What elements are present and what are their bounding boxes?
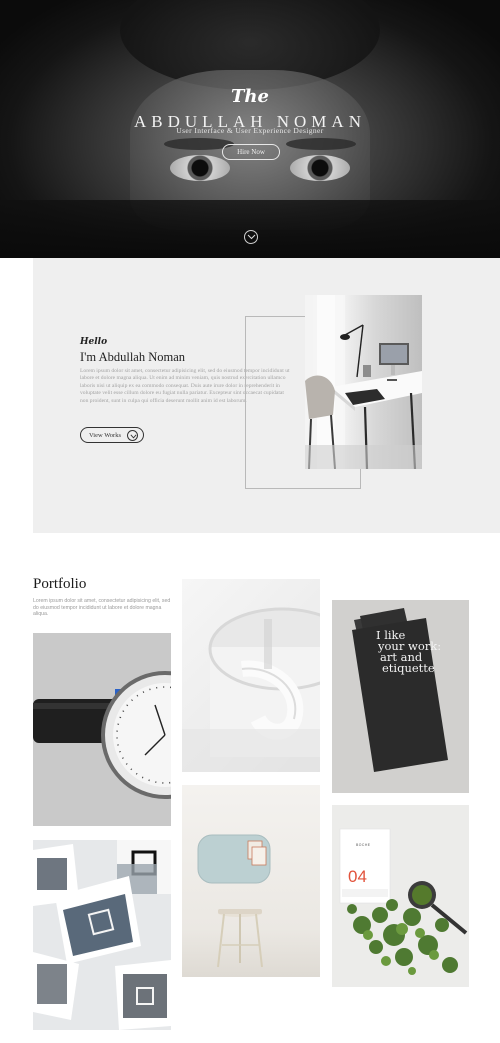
chevron-down-icon (129, 433, 137, 438)
portfolio-item-cup[interactable] (182, 579, 320, 772)
portfolio-item-watch[interactable] (33, 633, 171, 826)
hero-subtitle: User Interface & User Experience Designe… (176, 126, 324, 135)
card-number: 04 (348, 867, 367, 886)
hero-photo-eye (170, 155, 230, 181)
portfolio-item-stool[interactable] (182, 785, 320, 977)
view-works-button[interactable]: View Works (80, 427, 144, 443)
portfolio-title: Portfolio (33, 576, 87, 592)
portfolio-item-book[interactable]: I like your work: art and etiquette (332, 600, 469, 793)
hero-section: The ABDULLAH NOMAN User Interface & User… (0, 0, 500, 258)
view-works-chevron (127, 430, 138, 441)
portfolio-item-photos[interactable] (33, 840, 171, 1030)
about-greeting: Hello (80, 337, 108, 347)
portfolio-item-herbs[interactable]: BOCHE 04 (332, 805, 469, 987)
book-cover-line: etiquette (382, 661, 435, 675)
hero-photo-brow (286, 138, 356, 150)
hero-script-title: The (231, 86, 269, 107)
card-brand: BOCHE (356, 843, 371, 847)
about-section: Hello I'm Abdullah Noman Lorem ipsum dol… (33, 258, 500, 533)
workspace-photo (305, 295, 422, 469)
portfolio-description: Lorem ipsum dolor sit amet, consectetur … (33, 598, 171, 618)
view-works-label: View Works (89, 431, 122, 439)
hire-now-button[interactable]: Hire Now (222, 144, 280, 160)
hero-photo-shade (0, 200, 500, 258)
about-heading: I'm Abdullah Noman (80, 350, 186, 364)
hero-photo-eye (290, 155, 350, 181)
scroll-down-button[interactable] (244, 230, 258, 244)
chevron-down-icon (247, 234, 256, 240)
